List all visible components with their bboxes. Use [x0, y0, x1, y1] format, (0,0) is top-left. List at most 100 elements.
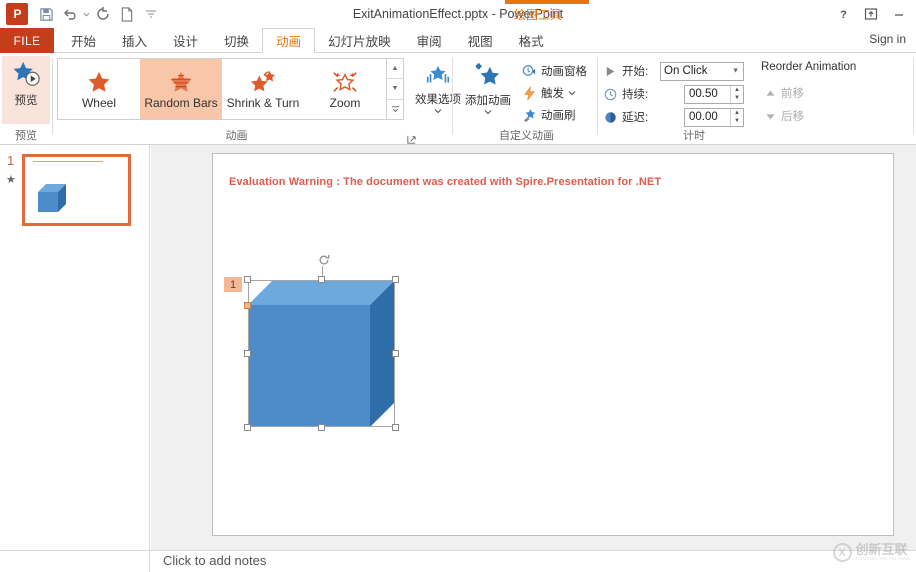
thumbnail-warning-line	[33, 161, 103, 162]
gallery-item-random-bars[interactable]: Random Bars	[140, 59, 222, 119]
slide-edit-area[interactable]: Evaluation Warning : The document was cr…	[151, 145, 916, 550]
watermark-text: 创新互联 CHUANG XIN HU LIAN	[856, 543, 910, 562]
tab-insert[interactable]: 插入	[109, 28, 160, 53]
duration-spinner-arrows[interactable]: ▲ ▼	[730, 85, 743, 103]
move-later-icon	[766, 113, 775, 120]
help-icon[interactable]: ?	[830, 2, 856, 26]
gallery-item-random-bars-label: Random Bars	[144, 95, 218, 110]
resize-handle-top-right[interactable]	[392, 276, 399, 283]
thumbnail-animation-marker-icon[interactable]: ★	[6, 173, 16, 186]
gallery-scroll-up-icon[interactable]: ▲	[387, 59, 403, 80]
gallery-item-shrink-and-turn-label: Shrink & Turn	[226, 95, 300, 110]
trigger-button[interactable]: 触发	[521, 82, 595, 104]
ribbon: 预览 预览 Wheel Random Bars Shrink & Turn Zo…	[0, 53, 916, 182]
group-separator-2	[452, 58, 453, 134]
animation-gallery[interactable]: Wheel Random Bars Shrink & Turn Zoom	[57, 58, 387, 120]
tab-transitions[interactable]: 切换	[211, 28, 262, 53]
resize-handle-bottom-center[interactable]	[318, 424, 325, 431]
move-later-button[interactable]: 后移	[765, 106, 804, 126]
ribbon-group-custom-animation: 添加动画 动画窗格 触发 动画刷 自定义动画	[455, 53, 598, 145]
group-label-animation: 动画	[225, 130, 248, 142]
gallery-scroll-down-icon[interactable]: ▼	[387, 79, 403, 100]
resize-handle-top-left[interactable]	[244, 276, 251, 283]
powerpoint-window: P ExitAnimationEffect.pptx - PowerPoint …	[0, 0, 916, 572]
tab-view[interactable]: 视图	[455, 28, 506, 53]
delay-spin-down-icon[interactable]: ▼	[731, 117, 743, 126]
contextual-tab-accent	[505, 0, 589, 4]
move-earlier-button[interactable]: 前移	[765, 83, 804, 103]
animation-order-badge[interactable]: 1	[224, 277, 242, 292]
customize-qat-icon[interactable]	[139, 2, 163, 26]
shrink-turn-star-icon	[250, 70, 276, 91]
selection-bounding-box	[248, 280, 395, 427]
start-dropdown[interactable]: On Click ▼	[660, 61, 744, 81]
tab-format[interactable]: 格式	[506, 28, 557, 53]
tab-home[interactable]: 开始	[58, 28, 109, 53]
reorder-animation-title: Reorder Animation	[761, 61, 857, 73]
notes-placeholder[interactable]: Click to add notes	[163, 553, 266, 568]
delay-spinner-arrows[interactable]: ▲ ▼	[730, 108, 743, 126]
svg-text:?: ?	[840, 9, 847, 21]
resize-handle-bottom-left[interactable]	[244, 424, 251, 431]
gallery-scroll-buttons[interactable]: ▲ ▼	[387, 58, 404, 120]
sign-in-link[interactable]: Sign in	[869, 32, 906, 46]
gallery-item-shrink-and-turn[interactable]: Shrink & Turn	[222, 59, 304, 119]
delay-label: 延迟:	[622, 112, 649, 124]
powerpoint-logo-icon: P	[6, 3, 28, 25]
slide-canvas[interactable]: Evaluation Warning : The document was cr…	[212, 153, 894, 536]
selected-shape-container[interactable]: 1	[224, 254, 399, 431]
duration-spin-down-icon[interactable]: ▼	[731, 94, 743, 103]
start-caret-icon[interactable]: ▼	[732, 68, 739, 75]
add-animation-caret-icon[interactable]	[484, 109, 492, 115]
ribbon-display-options-icon[interactable]	[858, 2, 884, 26]
resize-handle-middle-right[interactable]	[392, 350, 399, 357]
notes-pane[interactable]: Click to add notes	[0, 550, 916, 572]
gallery-more-icon[interactable]	[387, 100, 403, 119]
move-later-label: 后移	[781, 111, 804, 123]
title-bar: P ExitAnimationEffect.pptx - PowerPoint …	[0, 0, 916, 28]
slide-thumbnail-1[interactable]	[22, 154, 131, 226]
shape-adjustment-handle[interactable]	[244, 302, 251, 309]
animation-painter-button[interactable]: 动画刷	[521, 104, 595, 126]
contextual-tab-label: 绘图工具	[514, 8, 563, 22]
animation-pane-label: 动画窗格	[541, 66, 587, 78]
duration-spin-up-icon[interactable]: ▲	[731, 86, 743, 95]
tab-design[interactable]: 设计	[160, 28, 211, 53]
preview-star-play-icon	[13, 61, 40, 86]
trigger-icon	[521, 85, 537, 101]
delay-spinner[interactable]: 00.00 ▲ ▼	[684, 107, 744, 127]
gallery-item-wheel[interactable]: Wheel	[58, 59, 140, 119]
trigger-label: 触发	[541, 88, 564, 100]
watermark-pinyin: CHUANG XIN HU LIAN	[855, 556, 910, 562]
undo-dropdown-icon[interactable]	[82, 2, 91, 26]
move-earlier-icon	[766, 89, 775, 96]
redo-icon[interactable]	[91, 2, 115, 26]
animation-pane-button[interactable]: 动画窗格	[521, 60, 595, 82]
resize-handle-top-center[interactable]	[318, 276, 325, 283]
save-icon[interactable]	[34, 2, 58, 26]
gallery-item-zoom[interactable]: Zoom	[304, 59, 386, 119]
thumbnail-cube-icon	[38, 184, 66, 212]
slide-thumbnail-panel[interactable]: 1 ★	[0, 145, 150, 550]
preview-button[interactable]: 预览	[2, 56, 50, 124]
duration-spinner[interactable]: 00.50 ▲ ▼	[684, 84, 744, 104]
effect-options-caret-icon[interactable]	[434, 108, 442, 114]
group-label-custom-animation: 自定义动画	[499, 130, 554, 142]
tab-file[interactable]: FILE	[0, 28, 54, 53]
trigger-caret-icon[interactable]	[568, 90, 576, 96]
resize-handle-middle-left[interactable]	[244, 350, 251, 357]
resize-handle-bottom-right[interactable]	[392, 424, 399, 431]
ribbon-group-preview: 预览 预览	[0, 53, 52, 182]
rotate-handle-icon[interactable]	[318, 254, 330, 266]
minimize-icon[interactable]	[886, 2, 912, 26]
site-watermark: X 创新互联 CHUANG XIN HU LIAN	[832, 543, 910, 562]
tab-slideshow[interactable]: 幻灯片放映	[315, 28, 404, 53]
delay-spin-up-icon[interactable]: ▲	[731, 109, 743, 118]
ribbon-tab-bar: FILE 开始 插入 设计 切换 动画 幻灯片放映 审阅 视图 格式 Sign …	[0, 28, 916, 53]
tab-review[interactable]: 审阅	[404, 28, 455, 53]
add-animation-button[interactable]: 添加动画	[459, 58, 517, 126]
custom-animation-commands: 动画窗格 触发 动画刷	[521, 60, 595, 126]
new-slide-icon[interactable]	[115, 2, 139, 26]
tab-animations[interactable]: 动画	[262, 28, 316, 53]
undo-icon[interactable]	[58, 2, 82, 26]
